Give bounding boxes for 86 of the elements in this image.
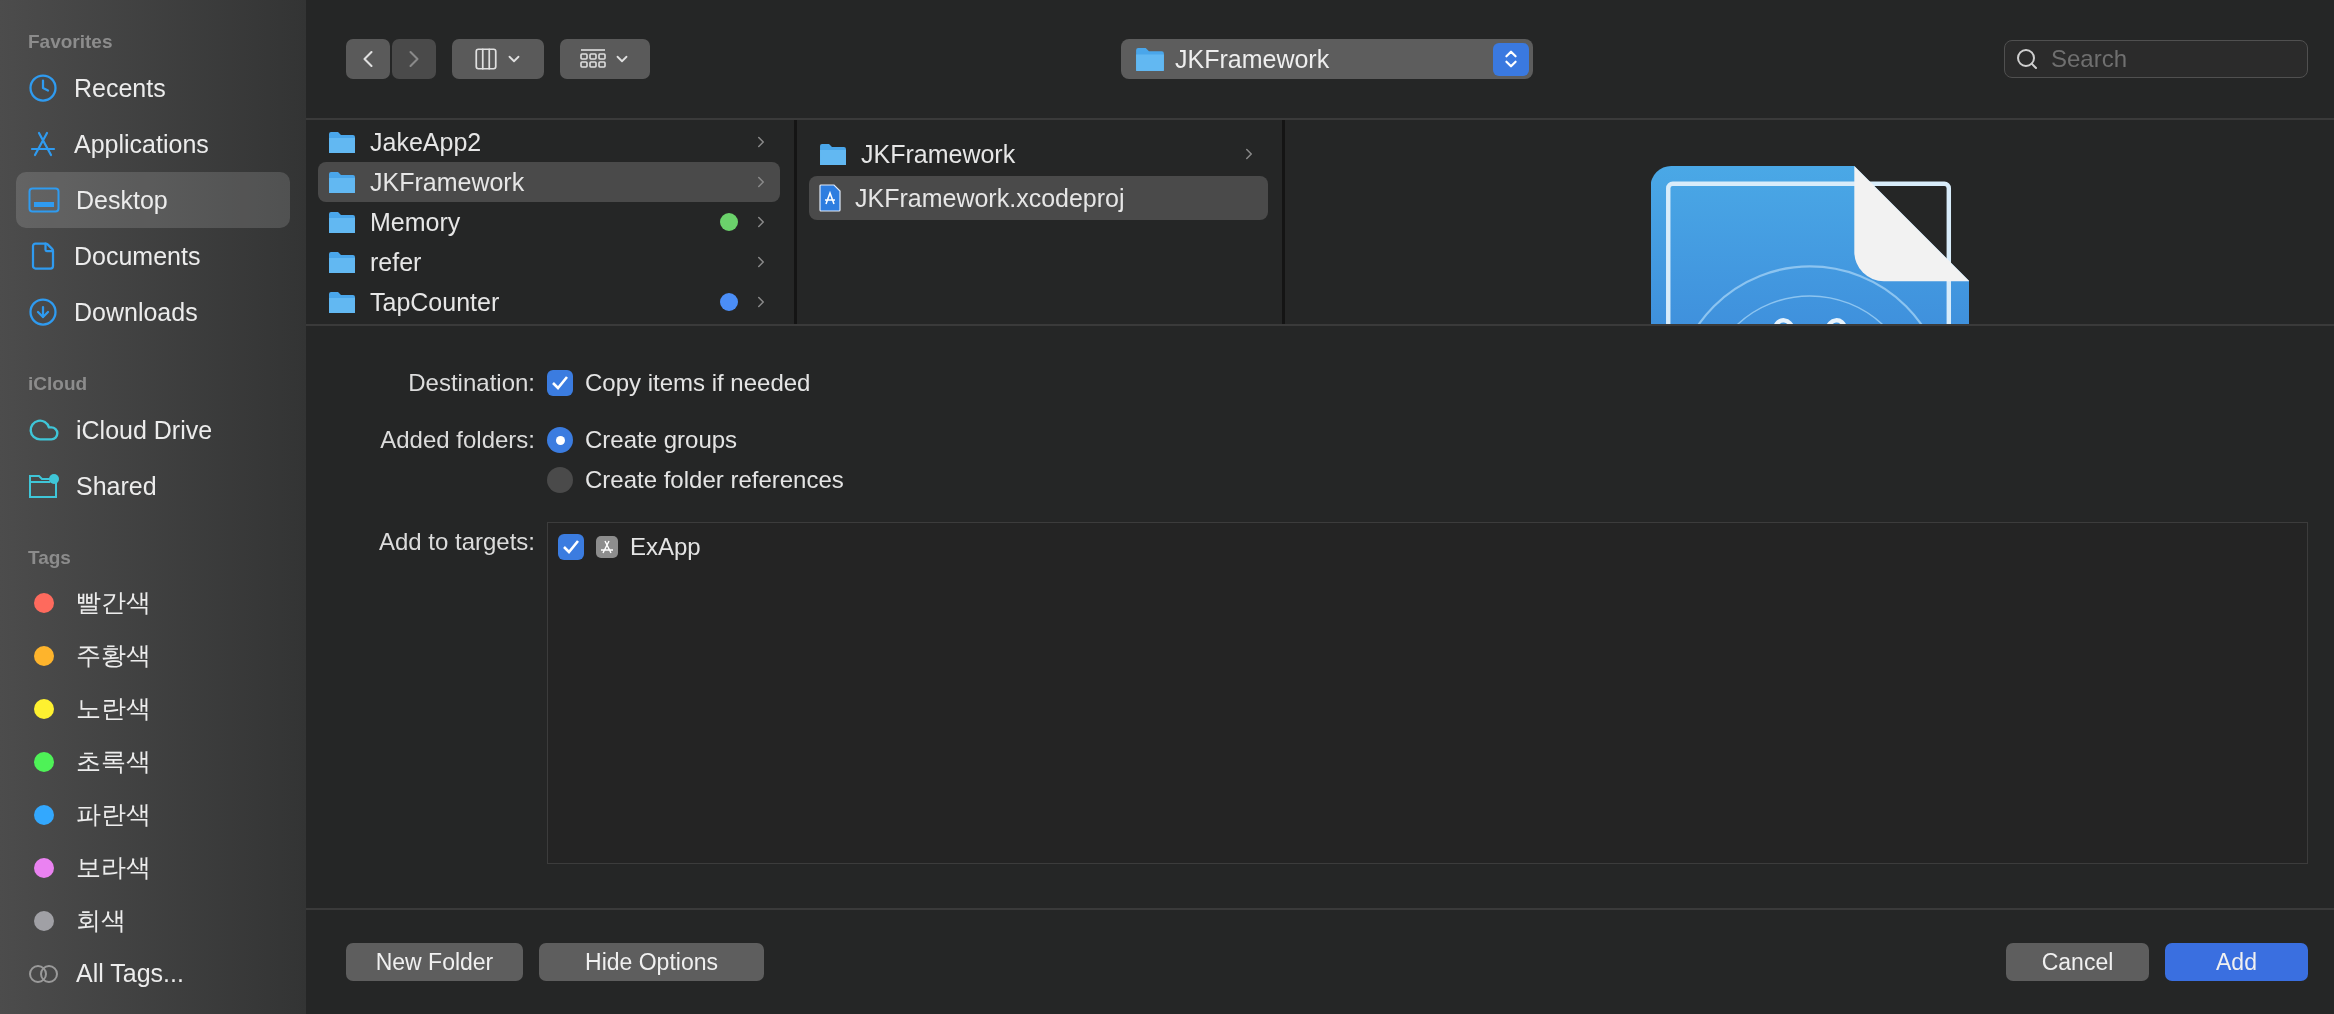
sidebar-item-label: 주황색 bbox=[76, 640, 151, 671]
search-field[interactable]: Search bbox=[2004, 40, 2308, 78]
file-name: JakeApp2 bbox=[370, 127, 483, 157]
sidebar-item[interactable]: Applications bbox=[16, 116, 290, 172]
sidebar-item-label: Desktop bbox=[76, 185, 168, 215]
sidebar-section-title: Favorites bbox=[27, 30, 114, 54]
forward-button[interactable] bbox=[392, 39, 436, 79]
file-name: TapCounter bbox=[370, 287, 501, 317]
radio-option[interactable]: Create groups bbox=[547, 420, 2308, 460]
file-name: JKFramework.xcodeproj bbox=[855, 183, 1126, 213]
search-icon bbox=[2015, 47, 2039, 71]
sidebar-item-label: Applications bbox=[74, 129, 209, 159]
folder-icon bbox=[328, 250, 356, 274]
file-row[interactable]: TapCounter bbox=[318, 282, 780, 322]
sidebar-item[interactable]: 회색 bbox=[16, 894, 290, 947]
group-button[interactable] bbox=[560, 39, 650, 79]
sidebar-item[interactable]: Documents bbox=[16, 228, 290, 284]
tags-icon bbox=[28, 963, 60, 984]
sidebar-item[interactable]: 초록색 bbox=[16, 735, 290, 788]
option-label: Add to targets: bbox=[378, 527, 535, 557]
sidebar-item-label: 빨간색 bbox=[76, 587, 151, 618]
sidebar-section-title: Tags bbox=[27, 546, 72, 570]
radio-option[interactable]: Create folder references bbox=[547, 460, 2308, 500]
view-mode-button[interactable] bbox=[452, 39, 544, 79]
file-row[interactable]: JKFramework.xcodeproj bbox=[809, 176, 1268, 220]
columns-icon bbox=[473, 46, 499, 72]
sidebar-item[interactable]: 주황색 bbox=[16, 629, 290, 682]
option-label: Added folders: bbox=[380, 425, 535, 455]
sidebar-item[interactable]: Recents bbox=[16, 60, 290, 116]
option-label: Destination: bbox=[408, 368, 535, 398]
cancel-button[interactable]: Cancel bbox=[2006, 943, 2149, 981]
download-icon bbox=[28, 297, 58, 327]
sidebar-item[interactable]: 빨간색 bbox=[16, 576, 290, 629]
path-popup[interactable]: JKFramework bbox=[1121, 39, 1533, 79]
copy-items-checkbox[interactable]: Copy items if needed bbox=[547, 363, 2308, 403]
checkmark-icon bbox=[551, 375, 569, 391]
shared-folder-icon bbox=[28, 472, 60, 500]
back-button[interactable] bbox=[346, 39, 390, 79]
add-button[interactable]: Add bbox=[2165, 943, 2308, 981]
folder-icon bbox=[328, 130, 356, 154]
file-row[interactable]: refer bbox=[318, 242, 780, 282]
applications-icon bbox=[28, 129, 58, 159]
xcode-document-icon bbox=[1650, 166, 1969, 324]
file-name: refer bbox=[370, 247, 423, 277]
sidebar-item-label: 초록색 bbox=[76, 746, 151, 777]
checkmark-icon bbox=[562, 539, 580, 555]
dialog-button[interactable]: New Folder bbox=[346, 943, 523, 981]
sidebar-item[interactable]: iCloud Drive bbox=[16, 402, 290, 458]
sidebar-item-label: Recents bbox=[74, 73, 166, 103]
file-row[interactable]: JKFramework bbox=[318, 162, 780, 202]
folder-icon bbox=[328, 290, 356, 314]
sidebar-item-label: 보라색 bbox=[76, 852, 151, 883]
sidebar-item[interactable]: 보라색 bbox=[16, 841, 290, 894]
sidebar-item-label: 노란색 bbox=[76, 693, 151, 724]
file-row[interactable]: Memory bbox=[318, 202, 780, 242]
sidebar-item[interactable]: All Tags... bbox=[16, 947, 290, 1000]
monitor-icon bbox=[28, 187, 60, 213]
sidebar-item-label: Downloads bbox=[74, 297, 198, 327]
grid-icon bbox=[579, 48, 607, 70]
sidebar-item-label: Documents bbox=[74, 241, 201, 271]
sidebar-item[interactable]: Downloads bbox=[16, 284, 290, 340]
folder-icon bbox=[819, 142, 847, 166]
target-checkbox[interactable] bbox=[558, 534, 584, 560]
sidebar-item-label: Shared bbox=[76, 471, 157, 501]
sidebar-item[interactable]: 노란색 bbox=[16, 682, 290, 735]
file-name: JKFramework bbox=[861, 139, 1017, 169]
folder-icon bbox=[328, 170, 356, 194]
sidebar-item-label: All Tags... bbox=[76, 959, 184, 988]
target-name: ExApp bbox=[630, 533, 701, 561]
clock-icon bbox=[28, 73, 58, 103]
sidebar-item[interactable]: Shared bbox=[16, 458, 290, 514]
sidebar-item-label: 파란색 bbox=[76, 799, 151, 830]
app-target-icon bbox=[596, 536, 618, 558]
sidebar-section-title: iCloud bbox=[27, 372, 89, 396]
folder-icon bbox=[328, 210, 356, 234]
folder-icon bbox=[1135, 46, 1165, 72]
sidebar-item[interactable]: Desktop bbox=[16, 172, 290, 228]
project-file-icon bbox=[819, 184, 841, 212]
file-name: JKFramework bbox=[370, 167, 526, 197]
sidebar-item[interactable]: 파란색 bbox=[16, 788, 290, 841]
dialog-button[interactable]: Hide Options bbox=[539, 943, 764, 981]
sidebar-item-label: iCloud Drive bbox=[76, 415, 213, 445]
file-row[interactable]: JKFramework bbox=[809, 132, 1268, 176]
file-row[interactable]: JakeApp2 bbox=[318, 122, 780, 162]
file-name: Memory bbox=[370, 207, 462, 237]
sidebar-item-label: 회색 bbox=[76, 905, 126, 936]
